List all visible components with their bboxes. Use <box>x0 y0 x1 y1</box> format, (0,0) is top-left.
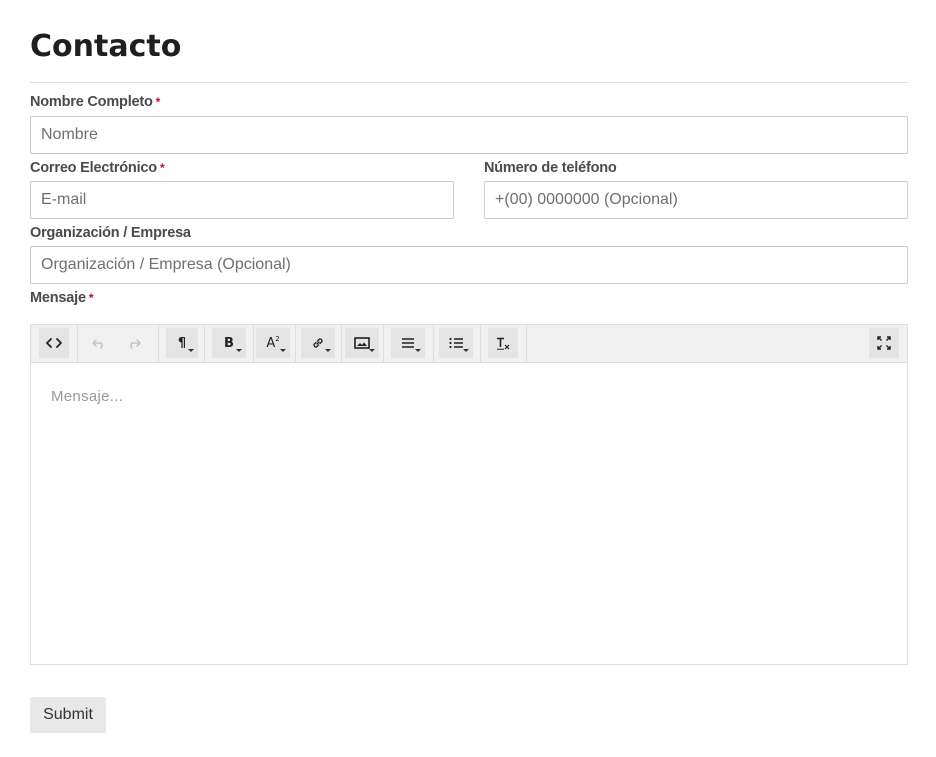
toolbar-group-bold: B <box>204 325 254 362</box>
email-label-text: Correo Electrónico <box>30 160 157 176</box>
undo-icon <box>92 337 106 349</box>
toolbar-group-history <box>77 325 159 362</box>
clear-format-icon <box>496 337 510 350</box>
toolbar-group-link <box>295 325 342 362</box>
toolbar-group-view <box>31 325 78 362</box>
redo-icon <box>127 337 141 349</box>
toolbar-group-clear <box>480 325 527 362</box>
fullscreen-icon <box>877 336 891 350</box>
fullscreen-button[interactable] <box>869 328 899 358</box>
required-mark: * <box>155 95 161 109</box>
clear-format-button[interactable] <box>488 328 518 358</box>
organization-input[interactable] <box>30 246 908 284</box>
required-mark: * <box>159 161 165 175</box>
name-label: Nombre Completo * <box>30 93 160 111</box>
undo-button[interactable] <box>84 328 114 358</box>
message-editor: ¶ B A2 Mensaje... <box>30 324 908 665</box>
list-button[interactable] <box>439 328 473 358</box>
chevron-down-icon <box>188 349 194 352</box>
paragraph-icon: ¶ <box>177 335 187 351</box>
toolbar-group-image <box>341 325 384 362</box>
toolbar-group-font: A2 <box>253 325 296 362</box>
font-style-glyph: A <box>266 336 276 351</box>
align-button[interactable] <box>391 328 425 358</box>
image-button[interactable] <box>345 328 379 358</box>
chevron-down-icon <box>280 349 286 352</box>
message-label: Mensaje * <box>30 289 94 307</box>
name-label-text: Nombre Completo <box>30 94 153 110</box>
code-view-button[interactable] <box>39 328 69 358</box>
list-icon <box>448 337 464 349</box>
link-button[interactable] <box>301 328 335 358</box>
required-mark: * <box>88 291 94 305</box>
redo-button[interactable] <box>119 328 149 358</box>
phone-label-text: Número de teléfono <box>484 160 617 176</box>
chevron-down-icon <box>415 349 421 352</box>
organization-label: Organización / Empresa <box>30 224 191 242</box>
font-style-button[interactable]: A2 <box>256 328 290 358</box>
message-placeholder: Mensaje... <box>51 388 124 405</box>
message-content-area[interactable]: Mensaje... <box>31 363 907 664</box>
message-label-text: Mensaje <box>30 290 86 306</box>
bold-button[interactable]: B <box>212 328 246 358</box>
align-icon <box>401 337 415 349</box>
toolbar-group-align <box>383 325 434 362</box>
phone-input[interactable] <box>484 181 908 219</box>
email-input[interactable] <box>30 181 454 219</box>
editor-toolbar: ¶ B A2 <box>31 325 907 363</box>
title-divider <box>30 82 908 83</box>
font-style-superscript: 2 <box>275 335 280 343</box>
chevron-down-icon <box>236 349 242 352</box>
code-view-icon <box>46 337 62 349</box>
email-label: Correo Electrónico * <box>30 159 165 177</box>
chevron-down-icon <box>463 349 469 352</box>
bold-icon: B <box>224 335 234 351</box>
name-input[interactable] <box>30 116 908 154</box>
image-icon <box>354 336 370 350</box>
paragraph-button[interactable]: ¶ <box>166 328 198 358</box>
link-icon <box>311 336 325 350</box>
toolbar-group-paragraph: ¶ <box>158 325 205 362</box>
toolbar-group-list <box>433 325 481 362</box>
chevron-down-icon <box>325 349 331 352</box>
font-style-icon: A2 <box>266 334 279 352</box>
page-title: Contacto <box>30 29 182 64</box>
submit-button[interactable]: Submit <box>30 697 106 733</box>
organization-label-text: Organización / Empresa <box>30 225 191 241</box>
phone-label: Número de teléfono <box>484 159 617 177</box>
chevron-down-icon <box>369 349 375 352</box>
